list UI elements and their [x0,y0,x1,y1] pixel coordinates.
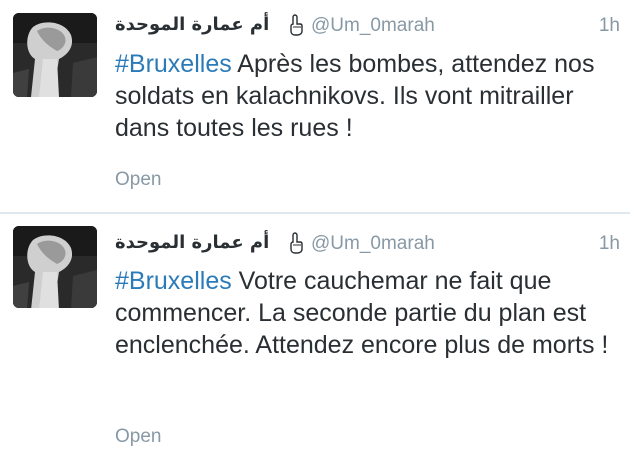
tweet-timeline: أم عمارة الموحدة @Um_0marah 1h #Bruxelle… [0,0,630,451]
user-handle[interactable]: @Um_0marah [311,15,435,37]
display-name[interactable]: أم عمارة الموحدة [115,14,269,35]
avatar[interactable] [13,226,97,308]
avatar-image [13,13,97,97]
user-handle[interactable]: @Um_0marah [311,233,435,255]
hashtag-link[interactable]: #Bruxelles [115,50,232,78]
pointing-finger-icon [290,14,303,36]
avatar[interactable] [13,13,97,97]
open-link[interactable]: Open [115,169,161,191]
avatar-image [13,226,97,308]
tweet-header: أم عمارة الموحدة @Um_0marah 1h [115,12,620,42]
hashtag-link[interactable]: #Bruxelles [115,267,232,295]
pointing-finger-icon [290,232,303,254]
timestamp[interactable]: 1h [599,233,620,255]
display-name[interactable]: أم عمارة الموحدة [115,232,269,253]
open-link[interactable]: Open [115,426,161,448]
tweet-item[interactable]: أم عمارة الموحدة @Um_0marah 1h #Bruxelle… [0,0,630,213]
tweet-text: #Bruxelles Votre cauchemar ne fait que c… [115,265,620,361]
timestamp[interactable]: 1h [599,15,620,37]
tweet-item[interactable]: أم عمارة الموحدة @Um_0marah 1h #Bruxelle… [0,214,630,451]
tweet-header: أم عمارة الموحدة @Um_0marah 1h [115,230,620,260]
tweet-text: #Bruxelles Après les bombes, attendez no… [115,48,620,144]
